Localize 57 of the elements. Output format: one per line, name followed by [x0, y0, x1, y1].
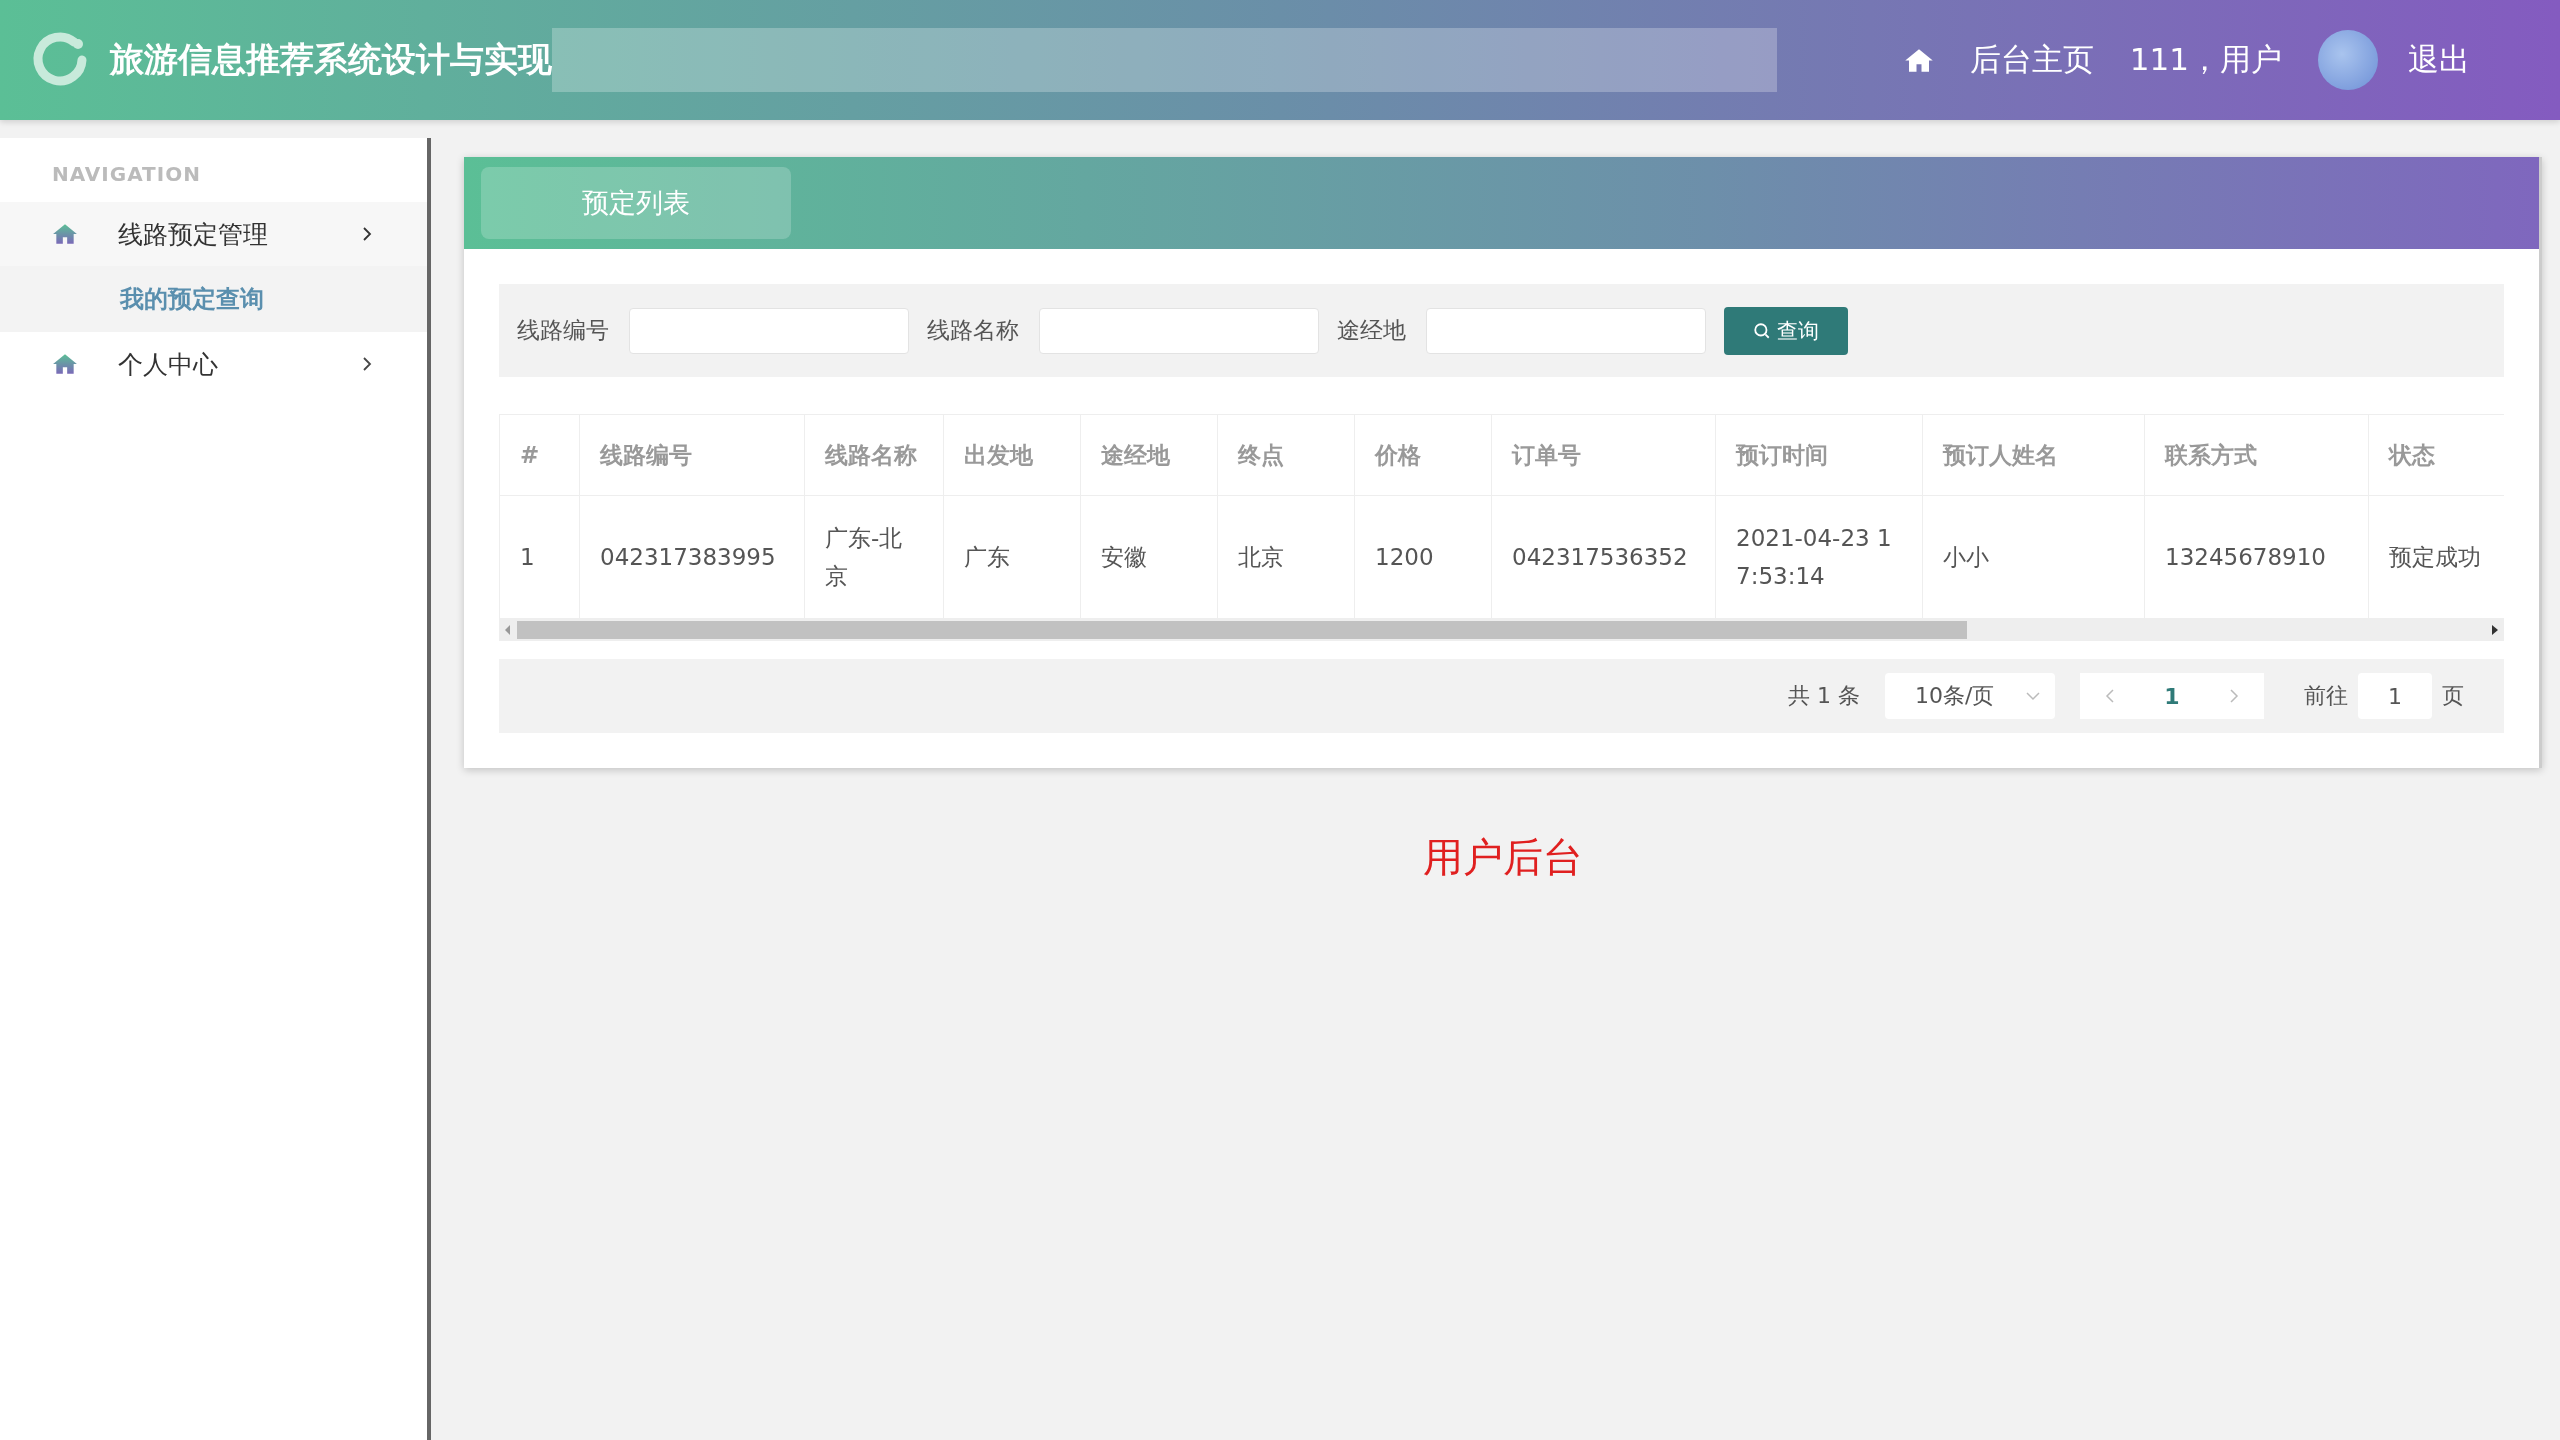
field-label: 途经地	[1337, 316, 1406, 345]
scroll-right-icon[interactable]	[2492, 625, 2498, 635]
column-header: 线路编号	[579, 414, 805, 496]
total-count: 共 1 条	[1788, 682, 1860, 710]
table-cell: 042317536352	[1491, 495, 1716, 619]
system-title: 旅游信息推荐系统设计与实现	[110, 38, 552, 81]
next-page-icon[interactable]	[2229, 688, 2240, 704]
logout-link[interactable]: 退出	[2408, 39, 2470, 81]
column-header: 预订时间	[1715, 414, 1923, 496]
column-header: 订单号	[1491, 414, 1716, 496]
table-cell: 北京	[1217, 495, 1355, 619]
table-cell: 小小	[1922, 495, 2145, 619]
column-header: 线路名称	[804, 414, 944, 496]
chevron-icon	[362, 356, 372, 372]
field-label: 线路编号	[517, 316, 609, 345]
page-unit-label: 页	[2442, 682, 2464, 710]
table-cell: 安徽	[1080, 495, 1218, 619]
goto-label: 前往	[2304, 682, 2348, 710]
previous-page-icon[interactable]	[2104, 688, 2115, 704]
column-header: 预订人姓名	[1922, 414, 2145, 496]
column-header: 价格	[1354, 414, 1492, 496]
column-header: 出发地	[943, 414, 1081, 496]
horizontal-scrollbar[interactable]	[499, 619, 2504, 641]
navigation-heading: NAVIGATION	[51, 161, 202, 188]
input-field[interactable]	[1039, 307, 1319, 354]
avatar[interactable]	[2318, 30, 2378, 90]
home-icon	[52, 353, 78, 375]
scroll-left-icon[interactable]	[505, 625, 511, 635]
chevron-down-icon	[2025, 691, 2041, 701]
column-header: 联系方式	[2144, 414, 2369, 496]
page-size-select[interactable]: 10条/页	[1885, 673, 2055, 719]
table-cell: 1200	[1354, 495, 1492, 619]
home-icon	[52, 223, 78, 245]
input-field[interactable]	[629, 307, 909, 354]
user-backend-label: 用户后台	[1423, 833, 1583, 882]
menu-item[interactable]: 线路预定管理	[0, 202, 427, 266]
search-icon	[1753, 321, 1771, 340]
table-cell: 13245678910	[2144, 495, 2369, 619]
home-icon[interactable]	[1903, 47, 1934, 73]
column-header: 终点	[1217, 414, 1355, 496]
table-cell: 广东-北京	[804, 495, 944, 619]
chevron-icon	[362, 226, 372, 242]
column-header: 状态	[2368, 414, 2504, 496]
table-cell: 广东	[943, 495, 1081, 619]
search-button[interactable]: 查询	[1724, 306, 1848, 355]
input-field[interactable]	[1426, 307, 1706, 354]
table-cell: 1	[499, 495, 580, 619]
table-cell: 042317383995	[579, 495, 805, 619]
column-header: 途经地	[1080, 414, 1218, 496]
user-name: 111，用户	[2129, 40, 2282, 79]
column-header: #	[499, 414, 580, 496]
home-link[interactable]: 后台主页	[1969, 39, 2094, 81]
field-label: 线路名称	[927, 316, 1019, 345]
table-cell: 2021-04-23 17:53:14	[1715, 495, 1923, 619]
page-jump-field[interactable]: 1	[2358, 673, 2432, 719]
page-number[interactable]: 1	[2164, 683, 2180, 709]
submenu-item[interactable]: 我的预定查询	[0, 266, 427, 332]
